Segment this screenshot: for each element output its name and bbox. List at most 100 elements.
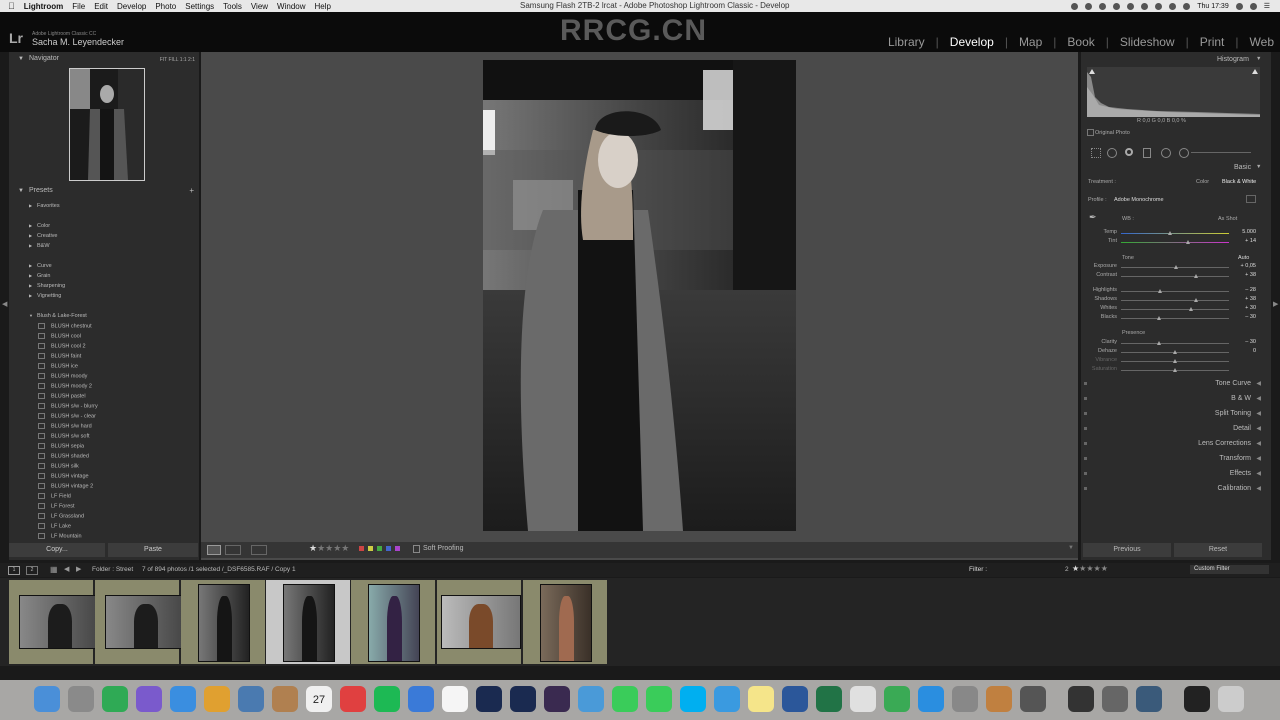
panel-switch-icon[interactable] [1084,427,1087,430]
preset-item[interactable]: BLUSH faint [38,353,81,359]
filmstrip-thumbnail[interactable] [351,580,435,664]
panel-detail[interactable]: Detail ◀ [1081,423,1265,437]
display-icon[interactable] [1184,686,1210,712]
rating-stars[interactable]: ★★★★★ [309,543,349,554]
preset-item[interactable]: BLUSH shaded [38,453,89,459]
preset-item[interactable]: BLUSH moody 2 [38,383,92,389]
scribble-icon[interactable] [1102,686,1128,712]
notification-center-icon[interactable]: ☰ [1264,2,1270,10]
messages-icon[interactable] [612,686,638,712]
contrast-slider[interactable] [1121,276,1229,277]
preset-item[interactable]: BLUSH chestnut [38,323,92,329]
keynote-icon[interactable] [408,686,434,712]
temp-value[interactable]: 5.000 [1232,229,1256,235]
reminders-icon[interactable] [442,686,468,712]
blacks-value[interactable]: – 30 [1232,314,1256,320]
google-icon[interactable] [340,686,366,712]
preset-group[interactable]: ▶ Color [29,223,50,229]
rush-icon[interactable] [544,686,570,712]
radial-filter-icon[interactable] [1161,148,1171,158]
add-preset-icon[interactable]: + [189,186,194,195]
panel-calibration[interactable]: Calibration ◀ [1081,483,1265,497]
left-panel-toggle-icon[interactable]: ◀ [2,300,7,308]
filmstrip-thumbnail[interactable] [95,580,187,664]
tint-slider-thumb[interactable] [1185,240,1190,244]
wifi-icon[interactable] [1155,2,1163,10]
clarity-slider-thumb[interactable] [1156,341,1161,345]
paste-settings-button[interactable]: Paste [108,543,198,557]
shadows-slider-thumb[interactable] [1193,298,1198,302]
shadow-clipping-icon[interactable] [1089,69,1095,74]
preset-item[interactable]: BLUSH cool [38,333,81,339]
finder-icon[interactable] [34,686,60,712]
folder-source[interactable]: Folder : Street [92,566,133,573]
main-photo[interactable] [483,60,796,531]
previous-button[interactable]: Previous [1083,543,1171,557]
stickies-icon[interactable] [748,686,774,712]
loupe-view-icon[interactable] [207,545,221,555]
collapse-triangle-icon[interactable]: ▼ [1256,164,1261,170]
preset-group[interactable]: ▶ Favorites [29,203,60,209]
apple-menu-icon[interactable]:  [8,1,15,11]
status-icon[interactable] [1071,2,1079,10]
menu-tools[interactable]: Tools [223,2,242,11]
whites-slider-thumb[interactable] [1189,307,1194,311]
preset-item[interactable]: LF Lake [38,523,71,529]
before-after-icon[interactable] [225,545,241,555]
shadows-value[interactable]: + 38 [1232,296,1256,302]
status-icon[interactable] [1085,2,1093,10]
auto-tone-button[interactable]: Auto [1238,255,1249,261]
capture-icon[interactable] [1068,686,1094,712]
vibrance-slider-thumb[interactable] [1173,359,1177,363]
color-label-red[interactable] [359,546,364,551]
spotify-icon[interactable] [374,686,400,712]
filmstrip-thumbnail[interactable] [181,580,265,664]
preset-item[interactable]: BLUSH sepia [38,443,84,449]
collapse-triangle-icon[interactable]: ▼ [1256,56,1261,62]
evernote-icon[interactable] [102,686,128,712]
quicktime-icon[interactable] [1136,686,1162,712]
brush-tool-icon[interactable] [1179,148,1189,158]
wb-eyedropper-icon[interactable]: ✒ [1089,212,1097,223]
preset-group-open[interactable]: ▼ Blush & Lake-Forest [29,313,87,319]
profile-dropdown[interactable]: Adobe Monochrome [1114,197,1164,203]
whites-slider[interactable] [1121,309,1229,310]
menu-lightroom[interactable]: Lightroom [24,2,64,11]
panel-switch-icon[interactable] [1084,397,1087,400]
notes-box-icon[interactable] [272,686,298,712]
panel-switch-icon[interactable] [1084,457,1087,460]
whites-value[interactable]: + 30 [1232,305,1256,311]
calendar-icon[interactable]: 27 [306,686,332,712]
menu-develop[interactable]: Develop [117,2,146,11]
preset-item[interactable]: LF Forest [38,503,75,509]
presets-header[interactable]: ▼ Presets + [9,186,199,198]
user-icon[interactable] [1235,2,1243,10]
panel-switch-icon[interactable] [1084,472,1087,475]
preset-group[interactable]: ▶ Curve [29,263,52,269]
sysprefs-icon[interactable] [952,686,978,712]
preset-group[interactable]: ▶ Sharpening [29,283,65,289]
menu-file[interactable]: File [72,2,85,11]
module-develop[interactable]: Develop [950,35,994,49]
preset-group[interactable]: ▶ Vignetting [29,293,61,299]
lightroom-icon[interactable] [510,686,536,712]
preset-group[interactable]: ▶ Grain [29,273,50,279]
original-photo-checkbox[interactable] [1087,129,1094,136]
facetime-icon[interactable] [646,686,672,712]
dehaze-value[interactable]: 0 [1232,348,1256,354]
module-library[interactable]: Library [888,35,925,49]
bluetooth-icon[interactable] [1141,2,1149,10]
profile-browser-icon[interactable] [1246,195,1256,203]
blacks-slider[interactable] [1121,318,1229,319]
back-arrow-icon[interactable]: ◀ [64,565,69,573]
preset-item[interactable]: BLUSH cool 2 [38,343,86,349]
panel-lens-corrections[interactable]: Lens Corrections ◀ [1081,438,1265,452]
dropbox-icon[interactable] [1099,2,1107,10]
preset-item[interactable]: BLUSH s/w - blurry [38,403,98,409]
dehaze-slider-thumb[interactable] [1173,350,1177,354]
temp-slider[interactable] [1121,233,1229,234]
preset-item[interactable]: BLUSH s/w soft [38,433,90,439]
preset-group[interactable]: ▶ Creative [29,233,57,239]
treatment-bw-option[interactable]: Black & White [1222,179,1256,185]
copy-settings-button[interactable]: Copy... [9,543,105,557]
